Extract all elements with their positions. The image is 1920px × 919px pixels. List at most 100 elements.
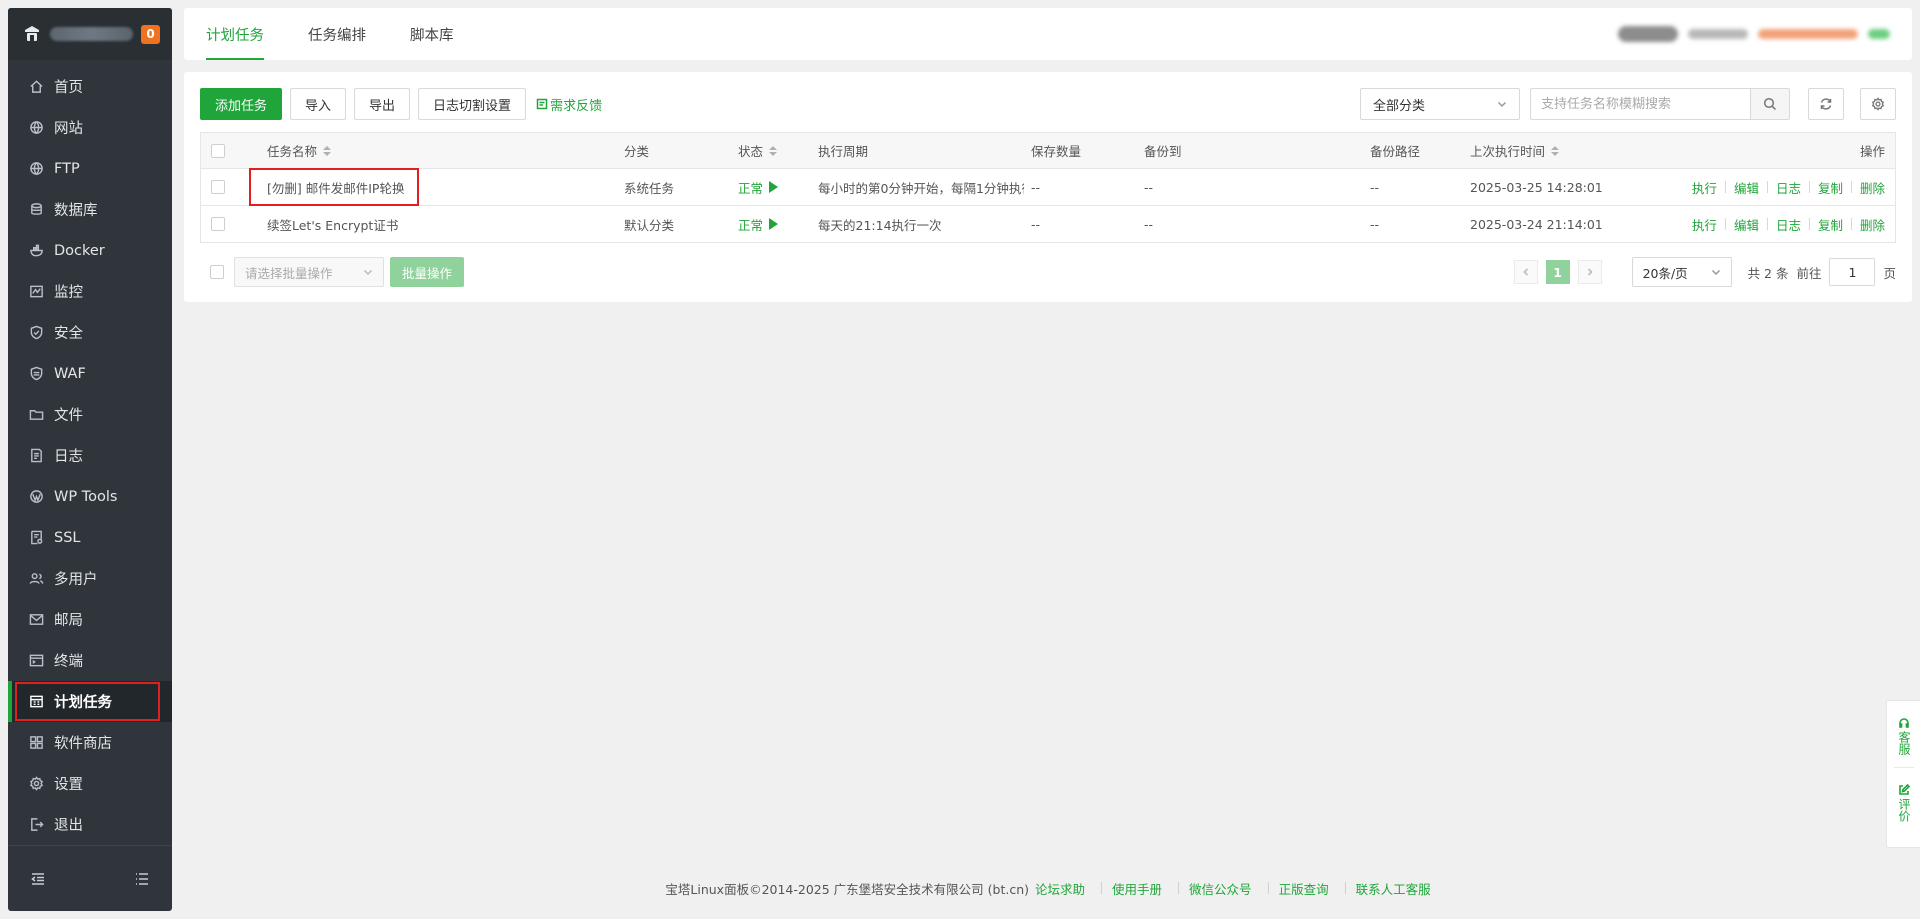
sidebar-item-ftp[interactable]: FTP: [8, 148, 172, 189]
server-info-blurred: [1618, 8, 1890, 60]
collapse-menu-icon[interactable]: [30, 871, 46, 887]
feedback-icon: [536, 98, 548, 110]
docker-icon: [28, 243, 44, 259]
log-cut-settings-button[interactable]: 日志切割设置: [418, 88, 527, 120]
calendar-icon: [28, 694, 44, 710]
wordpress-icon: [28, 489, 44, 505]
batch-select-all-checkbox[interactable]: [210, 265, 224, 279]
task-backup-to: --: [1144, 216, 1154, 232]
refresh-button[interactable]: [1808, 88, 1844, 120]
run-link[interactable]: 执行: [1692, 215, 1717, 234]
task-last-run: 2025-03-24 21:14:01: [1470, 216, 1603, 232]
task-cycle: 每小时的第0分钟开始，每隔1分钟执行: [818, 180, 1024, 196]
sort-icon: [769, 145, 778, 156]
sidebar-item-multi-user[interactable]: 多用户: [8, 558, 172, 599]
review-button[interactable]: 评价: [1897, 768, 1911, 822]
copy-link[interactable]: 复制: [1818, 215, 1843, 234]
goto-page-input[interactable]: [1829, 258, 1876, 286]
header-last-run[interactable]: 上次执行时间: [1470, 133, 1560, 168]
task-backup-path: --: [1370, 216, 1380, 232]
sidebar-item-label: 数据库: [54, 203, 98, 219]
play-icon: [769, 218, 779, 230]
blurred-text: [1618, 26, 1678, 42]
edit-link[interactable]: 编辑: [1734, 178, 1759, 197]
sidebar-item-security[interactable]: 安全: [8, 312, 172, 353]
tab-cron-tasks[interactable]: 计划任务: [206, 8, 264, 60]
divider: [1101, 882, 1103, 894]
sidebar-item-docker[interactable]: Docker: [8, 230, 172, 271]
wechat-link[interactable]: 微信公众号: [1189, 879, 1252, 898]
apps-icon: [28, 735, 44, 751]
task-category: 默认分类: [624, 217, 675, 233]
sidebar-item-terminal[interactable]: 终端: [8, 640, 172, 681]
sort-icon: [1551, 145, 1560, 156]
customer-service-button[interactable]: 客服: [1897, 701, 1911, 755]
goto-label: 前往: [1796, 265, 1822, 281]
delete-link[interactable]: 删除: [1860, 215, 1885, 234]
sidebar-item-logs[interactable]: 日志: [8, 435, 172, 476]
sidebar-item-label: FTP: [54, 160, 80, 177]
copy-link[interactable]: 复制: [1818, 178, 1843, 197]
status-label: 正常: [738, 217, 764, 233]
review-label: 评价: [1897, 798, 1911, 822]
sort-icon: [323, 145, 332, 156]
batch-operation-button[interactable]: 批量操作: [390, 257, 465, 287]
tab-task-orchestration[interactable]: 任务编排: [308, 8, 366, 60]
sidebar-item-settings[interactable]: 设置: [8, 763, 172, 804]
next-page-button[interactable]: [1577, 260, 1602, 284]
human-support-link[interactable]: 联系人工客服: [1356, 879, 1431, 898]
batch-operation-select[interactable]: 请选择批量操作: [234, 257, 384, 287]
chevron-down-icon: [1711, 269, 1720, 276]
row-checkbox[interactable]: [211, 217, 225, 231]
select-all-checkbox[interactable]: [211, 143, 225, 158]
category-select[interactable]: 全部分类: [1360, 88, 1520, 120]
sidebar-item-waf[interactable]: WAF: [8, 353, 172, 394]
sidebar-item-wp-tools[interactable]: WP Tools: [8, 476, 172, 517]
floating-help-bar: 客服 评价: [1886, 700, 1920, 848]
manual-link[interactable]: 使用手册: [1112, 879, 1162, 898]
globe-icon: [28, 161, 44, 177]
search-button[interactable]: [1750, 88, 1790, 120]
sidebar-menu: 首页 网站 FTP 数据库 Docker 监控 安全 WAF 文件 日志 WP …: [8, 60, 172, 845]
sidebar-item-files[interactable]: 文件: [8, 394, 172, 435]
edit-link[interactable]: 编辑: [1734, 215, 1759, 234]
import-button[interactable]: 导入: [290, 88, 347, 120]
export-button[interactable]: 导出: [354, 88, 411, 120]
sidebar-item-ssl[interactable]: SSL: [8, 517, 172, 558]
sidebar: 0 首页 网站 FTP 数据库 Docker 监控 安全 WAF 文件 日志 W…: [8, 8, 172, 911]
search-input[interactable]: [1530, 88, 1750, 120]
forum-help-link[interactable]: 论坛求助: [1035, 879, 1085, 898]
header-status[interactable]: 状态: [738, 133, 778, 168]
delete-link[interactable]: 删除: [1860, 178, 1885, 197]
bt-logo-icon: [25, 26, 39, 41]
sidebar-item-monitor[interactable]: 监控: [8, 271, 172, 312]
row-checkbox[interactable]: [211, 180, 225, 194]
task-status[interactable]: 正常: [738, 169, 779, 205]
sidebar-item-mail[interactable]: 邮局: [8, 599, 172, 640]
feedback-link[interactable]: 需求反馈: [536, 95, 602, 114]
blurred-text: [1688, 29, 1748, 39]
settings-button[interactable]: [1860, 88, 1896, 120]
log-link[interactable]: 日志: [1776, 178, 1801, 197]
sidebar-item-cron[interactable]: 计划任务: [8, 681, 172, 722]
header-name[interactable]: 任务名称: [267, 133, 332, 168]
task-ops: 执行 编辑 日志 复制 删除: [1692, 169, 1885, 205]
log-link[interactable]: 日志: [1776, 215, 1801, 234]
task-status[interactable]: 正常: [738, 206, 779, 242]
sidebar-item-label: 计划任务: [54, 695, 112, 711]
prev-page-button[interactable]: [1513, 260, 1538, 284]
list-view-icon[interactable]: [134, 871, 150, 887]
add-task-button[interactable]: 添加任务: [200, 88, 283, 120]
page-size-select[interactable]: 20条/页: [1631, 257, 1732, 287]
sidebar-item-logout[interactable]: 退出: [8, 804, 172, 845]
sidebar-item-home[interactable]: 首页: [8, 66, 172, 107]
license-check-link[interactable]: 正版查询: [1279, 879, 1329, 898]
notification-badge[interactable]: 0: [141, 24, 160, 44]
sidebar-item-database[interactable]: 数据库: [8, 189, 172, 230]
page-number-current[interactable]: 1: [1545, 260, 1570, 284]
run-link[interactable]: 执行: [1692, 178, 1717, 197]
tab-script-library[interactable]: 脚本库: [410, 8, 454, 60]
header-label: 任务名称: [267, 144, 318, 159]
sidebar-item-app-store[interactable]: 软件商店: [8, 722, 172, 763]
sidebar-item-website[interactable]: 网站: [8, 107, 172, 148]
